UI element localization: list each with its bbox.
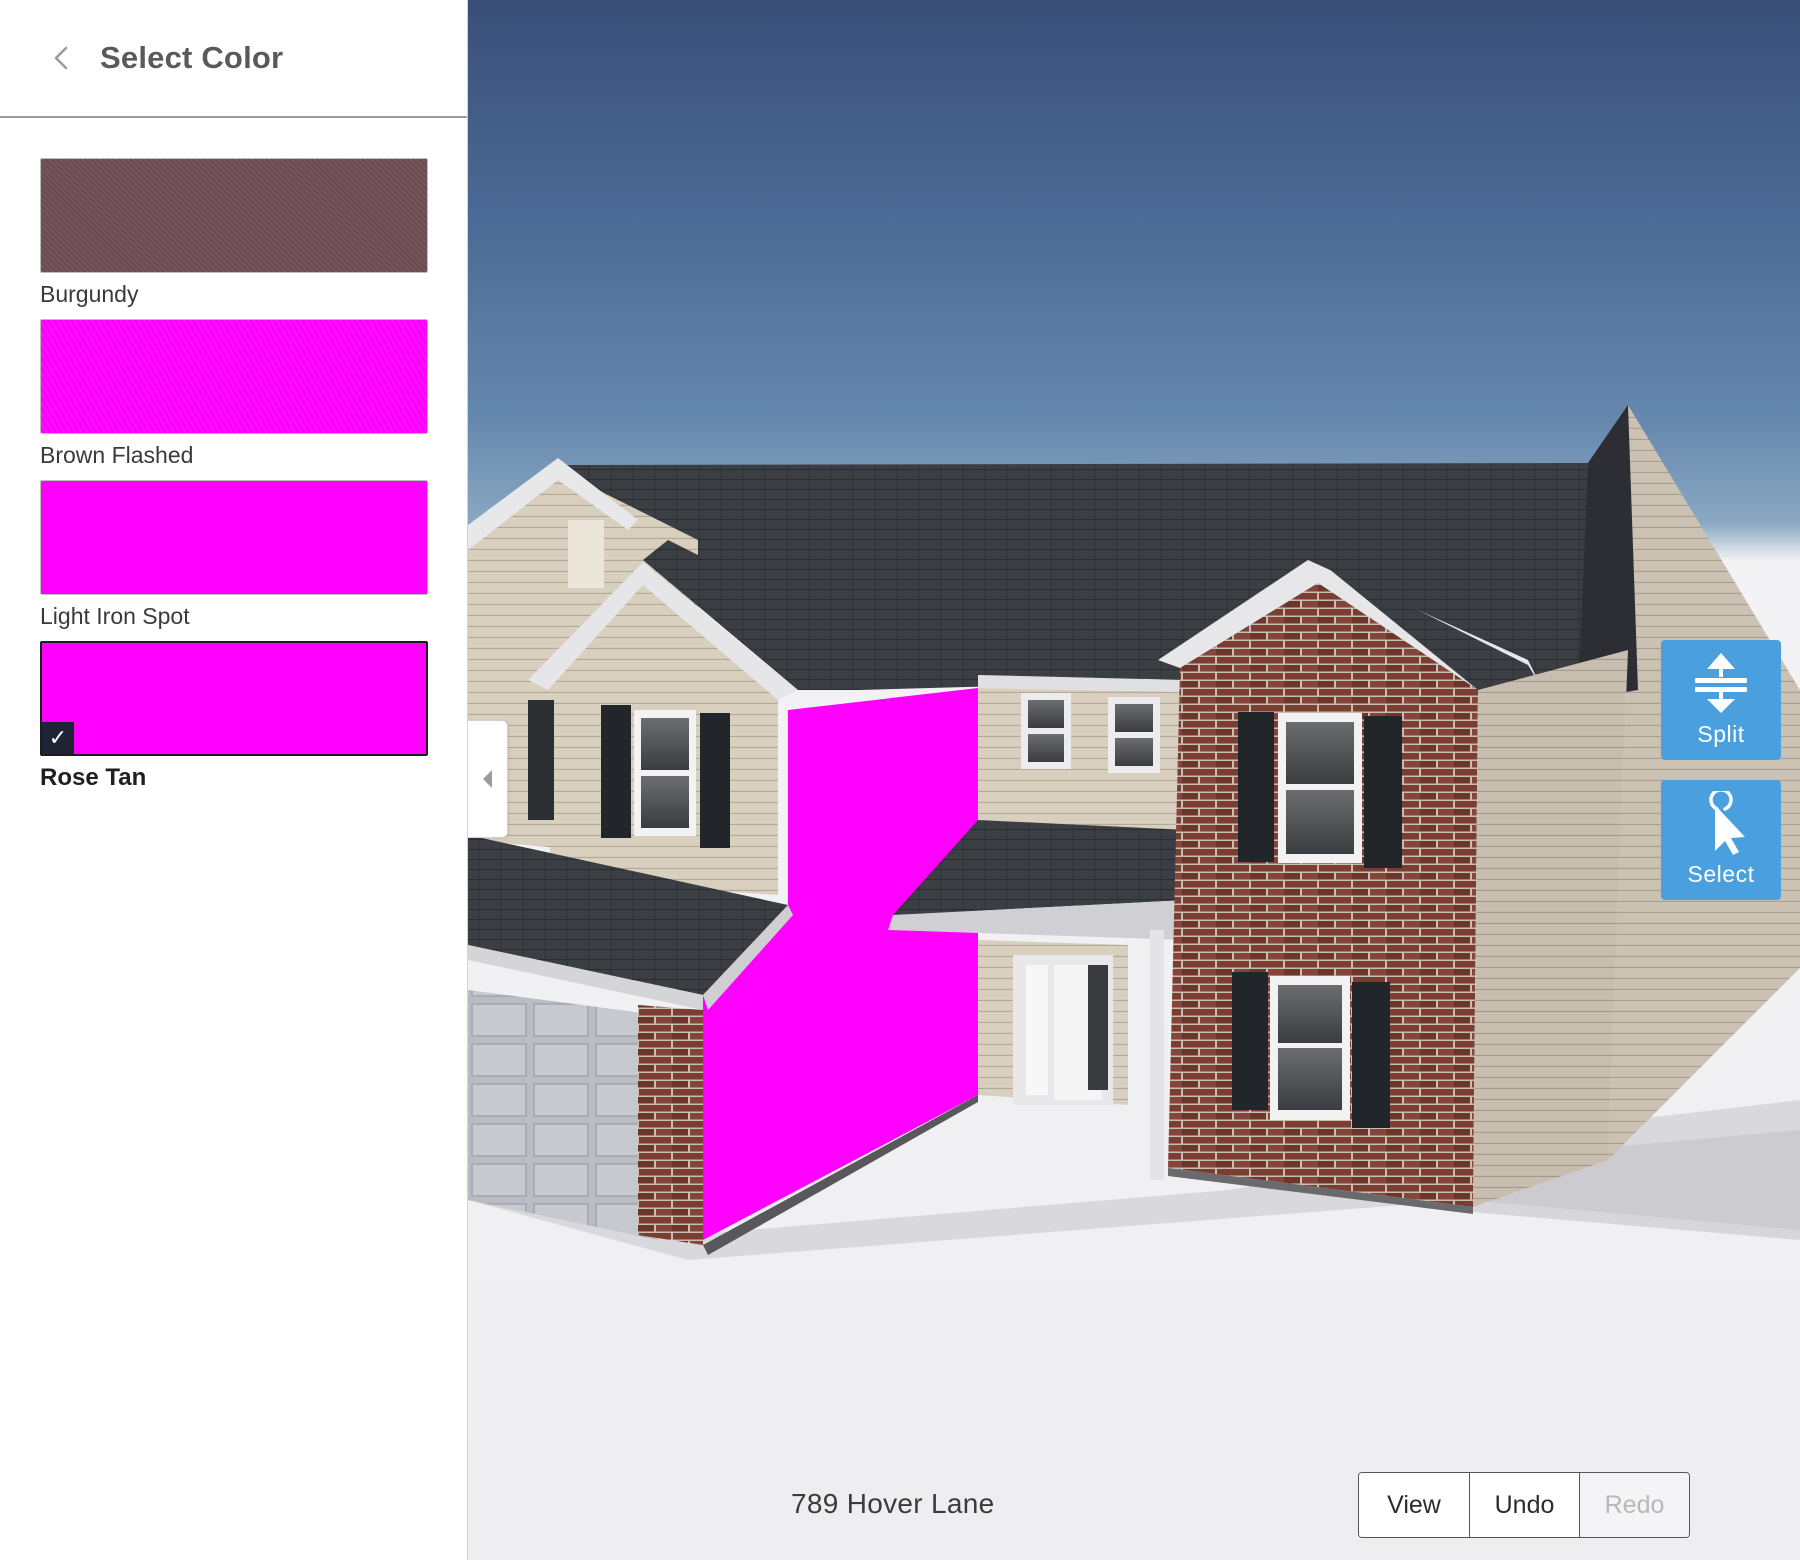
- swatch-item-light-iron-spot[interactable]: Light Iron Spot: [40, 480, 428, 633]
- address-label: 789 Hover Lane: [791, 1488, 995, 1519]
- back-button[interactable]: [46, 38, 76, 78]
- swatch-label-selected: Rose Tan: [40, 764, 147, 791]
- redo-button[interactable]: Redo: [1579, 1473, 1689, 1537]
- chevron-left-icon: [482, 770, 492, 788]
- swatch-list: Burgundy Brown Flashed Light Iron Spot ✓…: [0, 118, 467, 794]
- sidebar-collapse-handle[interactable]: [468, 720, 508, 838]
- 3d-viewport[interactable]: Split Select 789 Hover Lane View Undo Re…: [468, 0, 1800, 1560]
- select-button[interactable]: Select: [1661, 780, 1781, 900]
- color-sidebar: Select Color Burgundy Brown Flashed Ligh…: [0, 0, 468, 1560]
- house-model[interactable]: [468, 0, 1800, 1560]
- chevron-left-icon: [54, 46, 68, 70]
- swatch-light-iron-spot[interactable]: [40, 480, 428, 595]
- swatch-label: Brown Flashed: [40, 442, 194, 468]
- pointer-select-icon: [1709, 791, 1745, 855]
- swatch-item-burgundy[interactable]: Burgundy: [40, 158, 428, 311]
- swatch-item-rose-tan[interactable]: ✓ Rose Tan: [40, 641, 428, 794]
- action-button-group: View Undo Redo: [1358, 1472, 1690, 1538]
- checkmark-icon: ✓: [42, 722, 74, 754]
- swatch-label: Light Iron Spot: [40, 603, 190, 629]
- swatch-label: Burgundy: [40, 281, 139, 307]
- swatch-burgundy[interactable]: [40, 158, 428, 273]
- select-label: Select: [1687, 861, 1755, 887]
- split-icon: [1695, 653, 1747, 713]
- undo-button[interactable]: Undo: [1469, 1473, 1579, 1537]
- view-button[interactable]: View: [1359, 1473, 1469, 1537]
- page-title: Select Color: [100, 40, 284, 75]
- split-button[interactable]: Split: [1661, 640, 1781, 760]
- swatch-rose-tan[interactable]: ✓: [40, 641, 428, 756]
- swatch-brown-flashed[interactable]: [40, 319, 428, 434]
- swatch-item-brown-flashed[interactable]: Brown Flashed: [40, 319, 428, 472]
- split-label: Split: [1697, 721, 1745, 747]
- sidebar-header: Select Color: [0, 0, 467, 118]
